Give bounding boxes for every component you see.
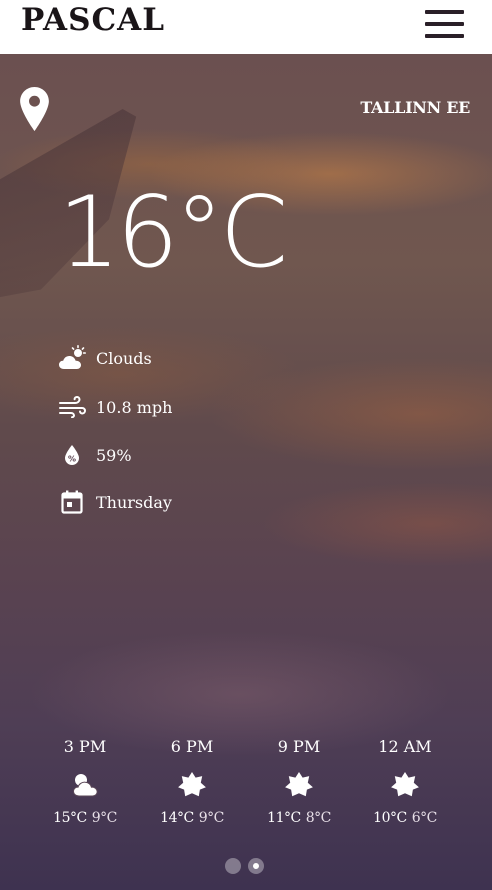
sun-icon — [284, 770, 314, 800]
map-pin-icon[interactable] — [19, 86, 50, 132]
forecast-low: 6°C — [411, 810, 438, 826]
humidity-row: % 59% — [58, 441, 132, 469]
forecast-item: 6 PM 14°C 9°C — [142, 736, 242, 826]
clouds-icon — [58, 344, 86, 372]
wind-speed: 10.8 mph — [96, 397, 173, 417]
country-code: EE — [446, 98, 470, 117]
location-label: TALLINN EE — [360, 98, 470, 117]
hamburger-menu-button[interactable] — [425, 10, 465, 38]
current-temperature: 16°C — [58, 176, 288, 290]
forecast-time: 12 AM — [378, 737, 432, 756]
forecast-low: 9°C — [198, 810, 225, 826]
forecast-item: 9 PM 11°C 8°C — [249, 736, 349, 826]
svg-text:%: % — [68, 455, 76, 464]
day-name: Thursday — [96, 492, 172, 512]
app-header: PASCAL — [0, 0, 492, 54]
brand-logo[interactable]: PASCAL — [21, 2, 165, 38]
humidity-value: 59% — [96, 445, 132, 465]
wind-icon — [58, 393, 86, 421]
day-row: Thursday — [58, 488, 172, 516]
wind-row: 10.8 mph — [58, 393, 172, 421]
forecast-temps: 10°C 6°C — [355, 810, 455, 826]
weather-panel: TALLINN EE 16°C Clouds 10.8 mph % 59% Th… — [0, 54, 492, 890]
condition-row: Clouds — [58, 344, 152, 372]
humidity-drop-icon: % — [58, 441, 86, 469]
condition-text: Clouds — [96, 348, 152, 368]
hamburger-menu-icon — [425, 10, 464, 14]
forecast-high: 10°C — [373, 810, 407, 826]
forecast-high: 15°C — [53, 810, 87, 826]
menu-icon-bar — [425, 22, 464, 26]
forecast-time: 3 PM — [63, 737, 107, 756]
forecast-temps: 11°C 8°C — [249, 810, 349, 826]
menu-icon-bar — [425, 34, 464, 38]
forecast-time: 9 PM — [277, 737, 321, 756]
forecast-low: 9°C — [91, 810, 118, 826]
forecast-high: 14°C — [160, 810, 194, 826]
forecast-high: 11°C — [267, 810, 301, 826]
forecast-item: 12 AM 10°C 6°C — [355, 736, 455, 826]
page-dot-1[interactable] — [225, 858, 241, 874]
forecast-item: 3 PM 15°C 9°C — [35, 736, 135, 826]
page-dot-2-active[interactable] — [248, 858, 264, 874]
hourly-forecast: 3 PM 15°C 9°C 6 PM 14°C 9°C 9 PM 11°C 8°… — [0, 736, 492, 846]
sun-icon — [177, 770, 207, 800]
page-indicator — [225, 858, 271, 876]
sun-icon — [390, 770, 420, 800]
clouds-icon — [70, 770, 100, 800]
forecast-temps: 15°C 9°C — [35, 810, 135, 826]
forecast-time: 6 PM — [170, 737, 214, 756]
city-name: TALLINN — [360, 98, 441, 117]
forecast-low: 8°C — [305, 810, 332, 826]
calendar-icon — [58, 488, 86, 516]
forecast-temps: 14°C 9°C — [142, 810, 242, 826]
